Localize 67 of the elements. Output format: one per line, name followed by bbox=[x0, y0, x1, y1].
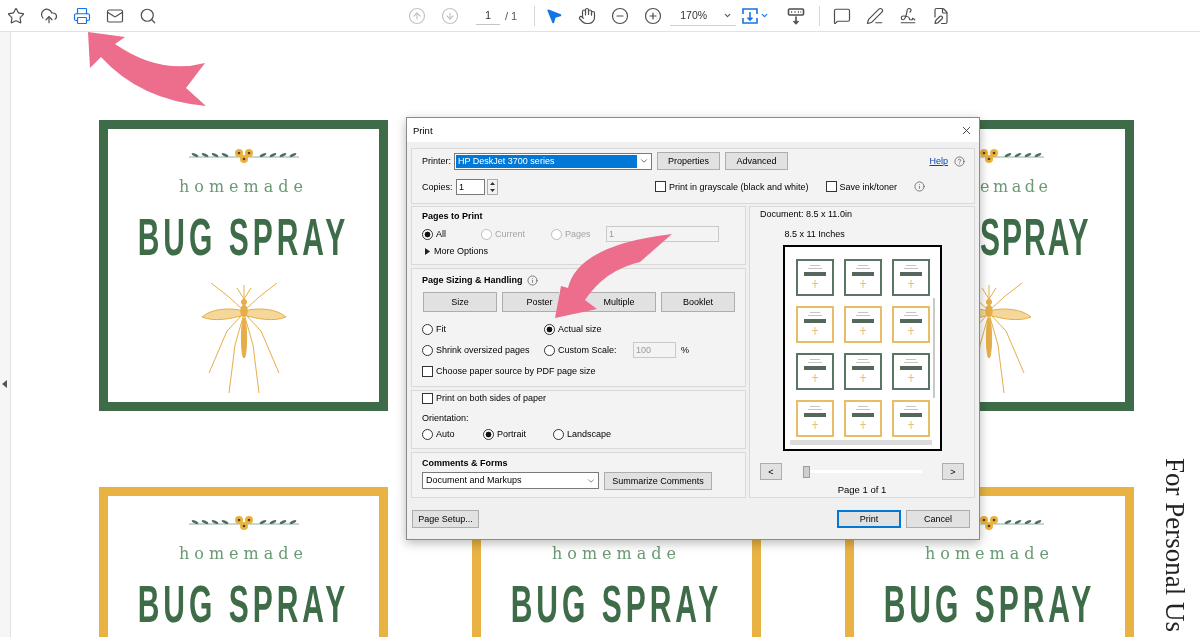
radio-option[interactable]: Custom Scale: bbox=[544, 344, 633, 356]
margin-note: For Personal Us bbox=[1160, 458, 1190, 632]
selected-value: Document and Markups bbox=[426, 474, 523, 487]
info-icon[interactable] bbox=[526, 275, 538, 286]
checkbox-option[interactable]: Print in grayscale (black and white) bbox=[655, 181, 809, 192]
label-subtitle: homemade bbox=[179, 543, 308, 565]
field-label: Copies: bbox=[422, 181, 454, 192]
slider-thumb[interactable] bbox=[802, 465, 810, 478]
field-label: Orientation: bbox=[422, 412, 470, 424]
comments-select[interactable]: Document and Markups bbox=[422, 472, 599, 489]
label-title: BUG SPRAY bbox=[510, 577, 723, 631]
unit-label: % bbox=[681, 345, 689, 355]
radio-option[interactable]: Landscape bbox=[553, 428, 612, 440]
page-number-field[interactable]: 1 bbox=[476, 6, 500, 25]
label-title: BUG SPRAY bbox=[883, 577, 1096, 631]
section-heading: Comments & Forms bbox=[422, 457, 509, 470]
paper-size-text: 8.5 x 11 Inches bbox=[784, 228, 846, 240]
printer-select[interactable]: HP DeskJet 3700 series bbox=[454, 152, 652, 170]
page-setup-button[interactable]: Page Setup... bbox=[412, 510, 479, 528]
label-subtitle: homemade bbox=[179, 176, 308, 198]
copies-field[interactable]: 1 bbox=[456, 178, 485, 195]
collapse-arrow-icon[interactable] bbox=[2, 380, 7, 388]
sizing-button[interactable]: Booklet bbox=[661, 292, 735, 312]
label-title: BUG SPRAY bbox=[137, 577, 350, 631]
label-title: BUG SPRAY bbox=[137, 210, 350, 264]
help-icon[interactable] bbox=[954, 155, 965, 167]
checkbox-option[interactable]: Save ink/toner bbox=[825, 181, 898, 192]
dialog-button[interactable]: Properties bbox=[657, 152, 720, 170]
section-heading: Page Sizing & Handling bbox=[422, 274, 523, 287]
label-subtitle: emade bbox=[980, 176, 1052, 198]
default-button[interactable]: Print bbox=[837, 510, 901, 528]
spin-control[interactable] bbox=[487, 178, 498, 195]
caret-icon bbox=[639, 156, 649, 166]
label-title: SPRAY bbox=[980, 210, 1091, 264]
radio-option[interactable]: Actual size bbox=[544, 323, 602, 335]
radio-option[interactable]: Portrait bbox=[483, 428, 553, 440]
dialog-title: Print bbox=[413, 124, 433, 136]
down-arrow-icon bbox=[490, 188, 495, 192]
expand-triangle-icon bbox=[425, 247, 430, 255]
sizing-button[interactable]: Poster bbox=[502, 292, 559, 312]
radio-option[interactable]: All bbox=[422, 228, 481, 240]
help-link[interactable]: Help bbox=[929, 156, 948, 166]
summarize-button[interactable]: Summarize Comments bbox=[604, 471, 712, 490]
radio-option[interactable]: Auto bbox=[422, 428, 483, 440]
sizing-button[interactable]: Size bbox=[423, 292, 497, 312]
label-subtitle: homemade bbox=[925, 543, 1054, 565]
checkbox-option[interactable]: Choose paper source by PDF page size bbox=[422, 365, 596, 377]
dialog-button[interactable]: Cancel bbox=[906, 510, 970, 528]
mosquito-icon bbox=[979, 283, 1034, 395]
field-label: Printer: bbox=[422, 156, 452, 166]
radio-option[interactable]: Fit bbox=[422, 323, 446, 335]
zoom-field[interactable]: 170% bbox=[670, 5, 737, 26]
selected-value: HP DeskJet 3700 series bbox=[456, 154, 637, 168]
next-page-button[interactable]: > bbox=[942, 463, 964, 480]
more-options-toggle[interactable]: More Options bbox=[422, 245, 489, 257]
checkbox-option[interactable]: Print on both sides of paper bbox=[422, 392, 547, 404]
section-heading: Pages to Print bbox=[422, 210, 484, 223]
document-size-text: Document: 8.5 x 11.0in bbox=[760, 208, 852, 220]
dialog-button[interactable]: Advanced bbox=[725, 152, 788, 170]
info-icon[interactable] bbox=[914, 181, 926, 192]
caret-icon bbox=[760, 11, 770, 20]
up-arrow-icon bbox=[490, 181, 495, 185]
page-indicator: Page 1 of 1 bbox=[837, 484, 887, 496]
label-subtitle: homemade bbox=[552, 543, 681, 565]
radio-option[interactable]: Shrink oversized pages bbox=[422, 344, 530, 356]
previous-page-button[interactable]: < bbox=[760, 463, 782, 480]
page-count: / 1 bbox=[505, 9, 518, 22]
